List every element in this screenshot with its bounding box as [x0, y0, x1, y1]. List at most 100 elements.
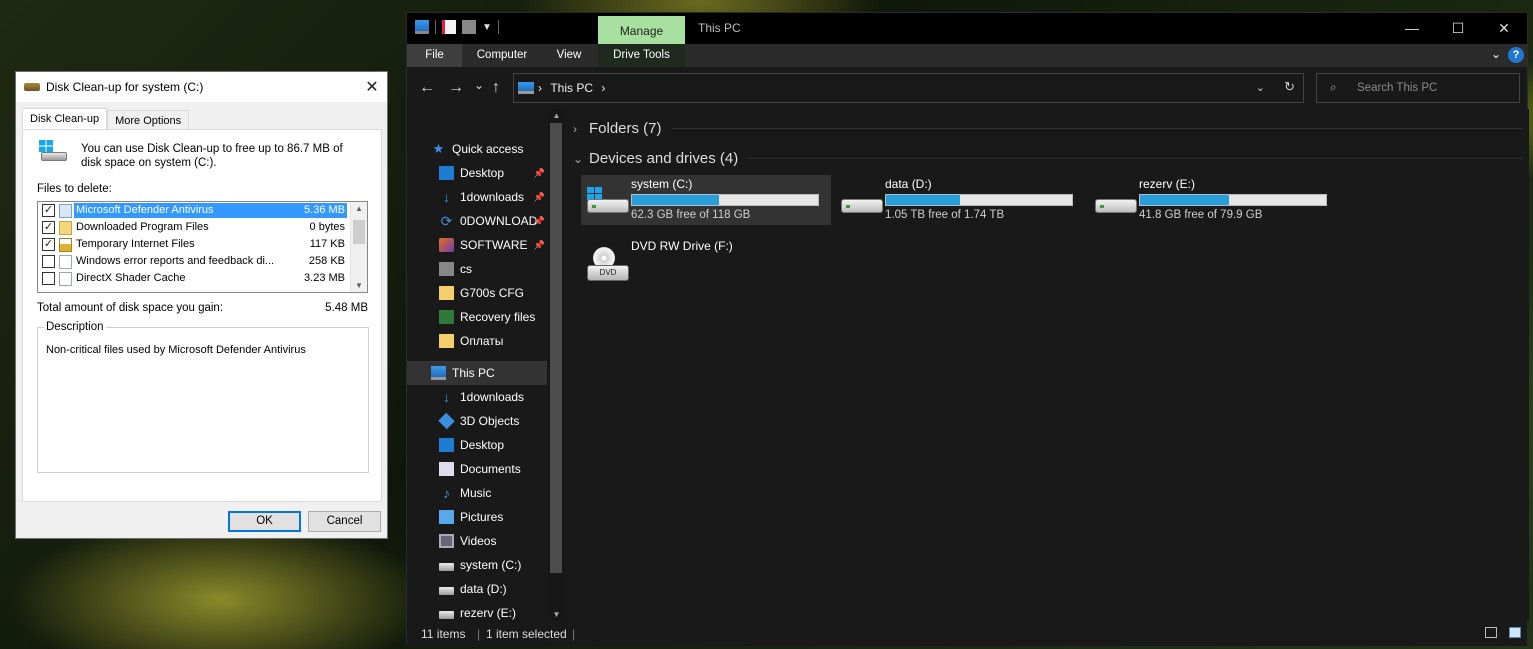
tab-manage[interactable]: Manage	[598, 16, 685, 44]
minimize-icon[interactable]: —	[1389, 13, 1435, 43]
drive-icon	[439, 587, 454, 595]
maximize-icon[interactable]: ☐	[1435, 13, 1481, 43]
this-pc-icon	[431, 366, 446, 380]
nav-item[interactable]: Desktop	[407, 433, 547, 457]
description-text: Non-critical files used by Microsoft Def…	[46, 344, 306, 356]
files-list[interactable]: ✓ Microsoft Defender Antivirus 5.36 MB ✓ Dow…	[37, 201, 368, 293]
drive-tile[interactable]: rezerv (E:) 41.8 GB free of 79.9 GB	[1089, 175, 1339, 225]
scroll-thumb[interactable]	[550, 123, 562, 573]
address-dropdown-icon[interactable]: ⌄	[1256, 81, 1265, 94]
details-view-icon[interactable]	[1485, 627, 1497, 638]
drive-free-space: 62.3 GB free of 118 GB	[631, 209, 751, 221]
nav-item[interactable]: ♪ Music	[407, 481, 547, 505]
nav-item[interactable]: ↓ 1downloads 📌	[407, 185, 547, 209]
checkbox[interactable]	[42, 255, 55, 268]
address-bar[interactable]: › This PC › ⌄ ↻	[513, 73, 1304, 103]
chevron-down-icon[interactable]: ⌄	[573, 152, 583, 166]
recent-locations-icon[interactable]: ⌄	[474, 78, 484, 92]
address-sep: ›	[601, 81, 606, 95]
nav-item[interactable]: system (C:)	[407, 553, 547, 577]
tab-more-options[interactable]: More Options	[107, 110, 190, 130]
close-icon[interactable]: ✕	[1481, 13, 1527, 43]
total-gain-value: 5.48 MB	[325, 302, 368, 314]
group-devices-label: Devices and drives (4)	[589, 150, 739, 167]
scroll-down-icon[interactable]: ▼	[351, 281, 367, 290]
close-icon[interactable]: ✕	[357, 77, 387, 97]
nav-item[interactable]: cs	[407, 257, 547, 281]
nav-item[interactable]: Documents	[407, 457, 547, 481]
scroll-down-icon[interactable]: ▼	[548, 610, 565, 619]
drive-tile[interactable]: data (D:) 1.05 TB free of 1.74 TB	[835, 175, 1085, 225]
tab-computer[interactable]: Computer	[469, 44, 535, 67]
group-devices[interactable]: ⌄ Devices and drives (4)	[573, 150, 1523, 167]
checkbox[interactable]: ✓	[42, 221, 55, 234]
chevron-right-icon[interactable]: ›	[573, 122, 581, 136]
nav-item[interactable]: Desktop 📌	[407, 161, 547, 185]
breadcrumb-this-pc[interactable]: This PC	[550, 81, 593, 95]
group-folders[interactable]: › Folders (7)	[573, 120, 1523, 137]
scroll-up-icon[interactable]: ▲	[351, 204, 367, 213]
forward-icon[interactable]: →	[448, 79, 464, 97]
expand-ribbon-icon[interactable]: ⌄	[1491, 47, 1501, 61]
properties-icon[interactable]	[442, 20, 456, 34]
new-folder-icon[interactable]	[462, 20, 476, 34]
desktop-icon	[439, 438, 454, 452]
explorer-titlebar[interactable]: ▼ Manage This PC — ☐ ✕	[407, 13, 1527, 44]
nav-item[interactable]: Оплаты	[407, 329, 547, 353]
nav-item[interactable]: ⟳ 0DOWNLOAD 📌	[407, 209, 547, 233]
nav-item[interactable]: This PC	[407, 361, 547, 385]
drive-tile-dvd[interactable]: DVD DVD RW Drive (F:)	[581, 237, 831, 287]
file-row[interactable]: ✓ Downloaded Program Files 0 bytes	[38, 219, 367, 236]
checkbox[interactable]: ✓	[42, 204, 55, 217]
tab-view[interactable]: View	[545, 44, 593, 67]
nav-item-label: Оплаты	[460, 334, 504, 348]
nav-item[interactable]: ★ Quick access	[407, 137, 547, 161]
file-size: 3.23 MB	[304, 272, 345, 284]
star-icon: ★	[432, 141, 445, 156]
nav-item[interactable]: Recovery files	[407, 305, 547, 329]
disk-cleanup-dialog: Disk Clean-up for system (C:) ✕ Disk Cle…	[15, 71, 388, 539]
file-name: Microsoft Defender Antivirus	[74, 203, 287, 218]
nav-item[interactable]: Pictures	[407, 505, 547, 529]
breadcrumb[interactable]: › This PC ›	[538, 81, 605, 95]
drive-tile[interactable]: system (C:) 62.3 GB free of 118 GB	[581, 175, 831, 225]
customize-toolbar-icon[interactable]: ▼	[482, 22, 492, 33]
file-row[interactable]: ✓ Microsoft Defender Antivirus 5.36 MB	[38, 202, 367, 219]
nav-item[interactable]: G700s CFG	[407, 281, 547, 305]
files-scrollbar[interactable]: ▲ ▼	[350, 202, 367, 292]
file-name: DirectX Shader Cache	[76, 272, 186, 284]
nav-item[interactable]: SOFTWARE 📌	[407, 233, 547, 257]
ok-button[interactable]: OK	[228, 511, 301, 532]
nav-item-label: Quick access	[452, 142, 524, 156]
drive-name: DVD RW Drive (F:)	[631, 239, 733, 253]
back-icon[interactable]: ←	[419, 79, 435, 97]
refresh-icon[interactable]: ↻	[1284, 79, 1295, 95]
music-icon: ♪	[443, 485, 450, 501]
checkbox[interactable]: ✓	[42, 238, 55, 251]
drive-usage-bar	[631, 194, 819, 206]
file-size: 5.36 MB	[287, 203, 347, 218]
dialog-titlebar[interactable]: Disk Clean-up for system (C:) ✕	[16, 72, 387, 102]
cancel-button[interactable]: Cancel	[308, 511, 381, 532]
help-icon[interactable]: ?	[1508, 47, 1524, 63]
checkbox[interactable]	[42, 272, 55, 285]
nav-item[interactable]: ↓ 1downloads	[407, 385, 547, 409]
tab-drive-tools[interactable]: Drive Tools	[598, 44, 685, 67]
scroll-thumb[interactable]	[353, 220, 365, 244]
file-row[interactable]: Windows error reports and feedback di...…	[38, 253, 367, 270]
drive-icon	[439, 563, 454, 571]
nav-item[interactable]: data (D:)	[407, 577, 547, 601]
tiles-view-icon[interactable]	[1509, 627, 1521, 638]
nav-item[interactable]: 3D Objects	[407, 409, 547, 433]
pin-icon: 📌	[533, 215, 545, 226]
file-row[interactable]: DirectX Shader Cache 3.23 MB	[38, 270, 367, 287]
tab-disk-cleanup[interactable]: Disk Clean-up	[22, 108, 108, 130]
nav-item[interactable]: Videos	[407, 529, 547, 553]
tab-file[interactable]: File	[407, 44, 462, 67]
file-row[interactable]: ✓ Temporary Internet Files 117 KB	[38, 236, 367, 253]
scroll-up-icon[interactable]: ▲	[548, 111, 565, 120]
nav-scrollbar[interactable]: ▲ ▼	[548, 109, 565, 621]
nav-item-label: cs	[460, 262, 472, 276]
search-box[interactable]: ⌕ Search This PC	[1316, 73, 1520, 103]
up-icon[interactable]: ↑	[492, 79, 500, 97]
